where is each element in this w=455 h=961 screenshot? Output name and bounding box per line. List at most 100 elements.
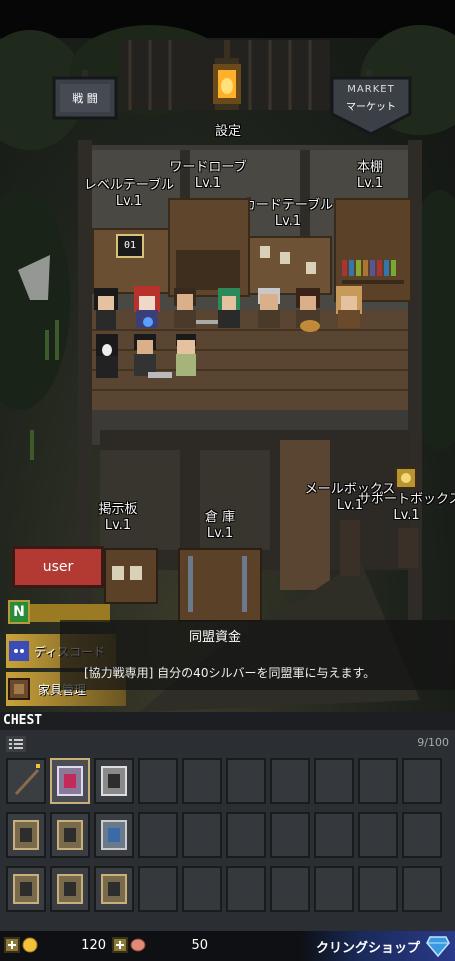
tooltip-title: 同盟資金 [188,630,241,645]
level-table-label[interactable]: レベルテーブル Lv.1 [80,178,178,210]
wardrobe-level: Lv.1 [194,176,222,191]
gold-amount: 120 [81,938,106,953]
card-table-label[interactable]: カードテーブル Lv.1 [242,198,334,230]
chest-slot[interactable] [270,758,310,804]
warehouse[interactable] [178,548,262,622]
card-icon [260,246,270,258]
add-meat-icon[interactable] [112,937,128,953]
chest-capacity: 9/100 [417,736,449,749]
chest-slot[interactable] [358,812,398,858]
note-icon [112,566,124,580]
market-sign[interactable]: MARKET マーケット [330,70,412,136]
bulletin-board-level: Lv.1 [104,518,132,533]
chest-slot[interactable] [226,758,266,804]
chest-slot[interactable] [270,812,310,858]
card-icon [280,252,290,264]
bookshelf-name: 本棚 [356,160,383,175]
chest-slot[interactable] [94,758,134,804]
sort-button[interactable] [6,736,26,752]
chest-slot[interactable] [94,866,134,912]
chain-icon [242,556,247,612]
meat-icon [130,938,146,952]
n-badge[interactable]: N [8,600,30,624]
wardrobe-name: ワードローブ [169,160,247,175]
furniture-icon [8,678,30,700]
chest-slot[interactable] [314,866,354,912]
user-button[interactable]: user [12,546,104,588]
lantern-icon[interactable] [207,40,247,120]
chest-slot[interactable] [358,758,398,804]
market-jp-label: マーケット [346,102,396,113]
chest-slot[interactable] [402,758,442,804]
level-counter: 01 [116,234,144,258]
support-box-label[interactable]: サポートボックス Lv.1 [358,492,455,524]
chest-slot[interactable] [182,812,222,858]
add-gold-icon[interactable] [4,937,20,953]
card-table-name: カードテーブル [242,198,334,213]
warehouse-label[interactable]: 倉 庫 Lv.1 [192,510,248,542]
chest-slot[interactable] [50,758,90,804]
chest-slot[interactable] [358,866,398,912]
bookshelf-label[interactable]: 本棚 Lv.1 [340,160,400,192]
list-sort-icon [9,739,23,749]
chest-slot[interactable] [270,866,310,912]
chest-slot[interactable] [182,758,222,804]
chest-slot[interactable] [6,812,46,858]
kring-shop-label: クリングショップ [316,941,421,956]
chest-title: CHEST [3,713,43,728]
wardrobe-label[interactable]: ワードローブ Lv.1 [168,160,248,192]
tooltip-description: [協力戦専用] 自分の40シルバーを同盟軍に与えます。 [84,666,376,680]
stick-item-icon [14,764,40,796]
warehouse-level: Lv.1 [206,526,234,541]
character-figure [94,288,118,330]
support-box-name: サポートボックス [358,492,455,507]
bulletin-board-name: 掲示板 [98,502,138,517]
character-party[interactable] [88,282,378,392]
chest-slot[interactable] [50,866,90,912]
settings-label[interactable]: 設定 [200,124,256,140]
chest-slot[interactable] [50,812,90,858]
chest-slot[interactable] [182,866,222,912]
alliance-fund-tooltip: 同盟資金 [協力戦専用] 自分の40シルバーを同盟軍に与えます。 [60,620,455,690]
card-item-icon [13,874,39,904]
chest-slot[interactable] [226,866,266,912]
bulletin-board-label[interactable]: 掲示板 Lv.1 [90,502,146,534]
meat-amount: 50 [191,938,208,953]
bookshelf-level: Lv.1 [356,176,384,191]
note-icon [130,566,142,580]
card-table-level: Lv.1 [274,214,302,229]
warehouse-name: 倉 庫 [204,510,236,525]
battle-sign[interactable]: 戦 闘 [52,70,118,122]
chest-slot[interactable] [138,812,178,858]
bulletin-board[interactable] [104,548,158,604]
level-table-name: レベルテーブル [83,178,175,193]
chest-slot[interactable] [138,758,178,804]
diamond-icon [426,936,450,957]
resource-bar: 120 50 クリングショップ [0,930,455,961]
rare-card-icon [57,766,83,796]
base-scene: 設定 戦 闘 MARKET マーケット ワードローブ Lv.1 本棚 Lv.1 … [0,0,455,712]
market-en-label: MARKET [347,84,395,95]
kring-shop-button[interactable]: クリングショップ [300,931,455,961]
chest-slot[interactable] [314,758,354,804]
chest-header: CHEST [0,712,455,730]
chest-panel: CHEST 9/100 [0,712,455,930]
level-table-level: Lv.1 [115,194,143,209]
chest-slot[interactable] [6,758,46,804]
chest-slot[interactable] [226,812,266,858]
gold-coin-icon [22,937,38,953]
support-coin-icon[interactable] [394,466,418,490]
n-badge-label: N [13,604,25,620]
chest-slot[interactable] [6,866,46,912]
chest-slot[interactable] [94,812,134,858]
chest-slot[interactable] [314,812,354,858]
mailbox[interactable] [340,520,360,576]
card-item-icon [101,874,127,904]
chain-icon [188,556,193,612]
support-box[interactable] [398,528,418,568]
chest-slot[interactable] [402,866,442,912]
support-box-level: Lv.1 [393,508,420,523]
card-item-icon [13,820,39,850]
chest-slot[interactable] [138,866,178,912]
chest-slot[interactable] [402,812,442,858]
